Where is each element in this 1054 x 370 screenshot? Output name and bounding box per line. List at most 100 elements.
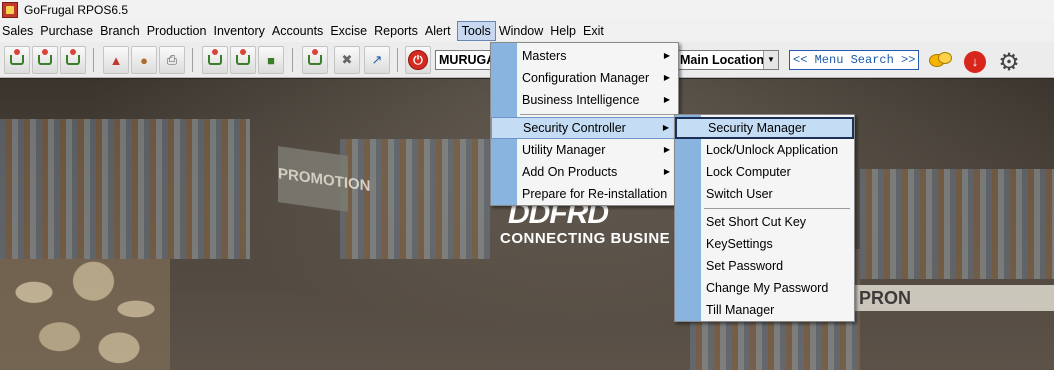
- security-menu-item-switch-user[interactable]: Switch User: [675, 183, 854, 205]
- menu-item-label: Utility Manager: [522, 143, 606, 157]
- menu-item-label: Lock Computer: [706, 165, 791, 179]
- toolbar-button-2[interactable]: [32, 46, 58, 74]
- submenu-arrow-icon: ▶: [662, 123, 669, 132]
- toolbar-button-3[interactable]: [60, 46, 86, 74]
- tools-menu-item-prepare-reinstallation[interactable]: Prepare for Re-installation: [491, 183, 678, 205]
- promotion-sign-right: PRON: [855, 285, 1054, 311]
- menu-alert[interactable]: Alert: [424, 21, 457, 41]
- security-menu-item-set-password[interactable]: Set Password: [675, 255, 854, 277]
- menu-item-label: Set Password: [706, 259, 784, 273]
- promotion-sign: PROMOTION: [278, 146, 371, 212]
- menu-sales[interactable]: Sales: [1, 21, 39, 41]
- menu-item-label: Switch User: [706, 187, 773, 201]
- toolbar-separator: [292, 48, 293, 72]
- printer-icon: ⎙: [166, 52, 178, 67]
- toolbar-button-4[interactable]: ▲: [103, 46, 129, 74]
- security-menu-item-till-manager[interactable]: Till Manager: [675, 299, 854, 321]
- menu-item-label: Prepare for Re-installation: [522, 187, 668, 201]
- security-menu-item-set-short-cut-key[interactable]: Set Short Cut Key: [675, 211, 854, 233]
- security-menu-item-security-manager[interactable]: Security Manager: [675, 117, 854, 139]
- download-icon[interactable]: ↓: [964, 51, 986, 73]
- menu-item-label: Till Manager: [706, 303, 775, 317]
- menu-item-label: Lock/Unlock Application: [706, 143, 839, 157]
- location-select[interactable]: Main Location ▼: [676, 50, 779, 70]
- background-shelf: [340, 139, 490, 259]
- cart-icon: [308, 49, 322, 65]
- background-shelf: [860, 169, 1054, 279]
- tools-menu-item-utility-manager[interactable]: Utility Manager ▶: [491, 139, 678, 161]
- security-menu-item-lock-computer[interactable]: Lock Computer: [675, 161, 854, 183]
- chevron-down-icon[interactable]: ▼: [763, 51, 778, 69]
- menu-purchase[interactable]: Purchase: [39, 21, 99, 41]
- menu-reports[interactable]: Reports: [373, 21, 424, 41]
- menu-excise[interactable]: Excise: [329, 21, 373, 41]
- app-logo-icon: [2, 2, 18, 18]
- menu-help[interactable]: Help: [549, 21, 582, 41]
- menu-accounts[interactable]: Accounts: [271, 21, 329, 41]
- brand-tagline: CONNECTING BUSINE: [500, 230, 671, 247]
- users-icon: ●: [140, 52, 148, 68]
- power-icon: ⏻: [408, 50, 428, 70]
- submenu-arrow-icon: ▶: [663, 51, 670, 60]
- document-icon: ■: [267, 52, 275, 68]
- menu-search-input[interactable]: << Menu Search >>: [789, 50, 919, 70]
- menu-exit[interactable]: Exit: [582, 21, 610, 41]
- tools-menu: Masters ▶ Configuration Manager ▶ Business…: [490, 42, 679, 206]
- delivery-icon: ▲: [109, 52, 123, 68]
- company-select-value: MURUGA: [439, 53, 495, 67]
- menu-item-label: Security Controller: [523, 121, 626, 135]
- cart-icon: [208, 49, 222, 65]
- toolbar-button-9[interactable]: ■: [258, 46, 284, 74]
- menu-item-label: Business Intelligence: [522, 93, 640, 107]
- security-menu-item-lock-unlock-application[interactable]: Lock/Unlock Application: [675, 139, 854, 161]
- menu-item-label: Add On Products: [522, 165, 618, 179]
- menu-tools[interactable]: Tools: [456, 21, 496, 41]
- chart-icon: ↗: [371, 52, 383, 67]
- security-controller-submenu: Security Manager Lock/Unlock Application…: [674, 114, 855, 322]
- menu-item-label: KeySettings: [706, 237, 773, 251]
- submenu-arrow-icon: ▶: [663, 167, 670, 176]
- toolbar-separator: [93, 48, 94, 72]
- menu-item-label: Configuration Manager: [522, 71, 650, 85]
- toolbar-separator: [192, 48, 193, 72]
- submenu-arrow-icon: ▶: [663, 145, 670, 154]
- menu-item-label: Change My Password: [706, 281, 829, 295]
- tools-menu-item-masters[interactable]: Masters ▶: [491, 45, 678, 67]
- menu-inventory[interactable]: Inventory: [212, 21, 270, 41]
- tools-menu-item-business-intelligence[interactable]: Business Intelligence ▶: [491, 89, 678, 111]
- toolbar-button-8[interactable]: [230, 46, 256, 74]
- submenu-arrow-icon: ▶: [663, 73, 670, 82]
- security-menu-item-keysettings[interactable]: KeySettings: [675, 233, 854, 255]
- toolbar-separator: [397, 48, 398, 72]
- menu-window[interactable]: Window: [498, 21, 549, 41]
- toolbar-button-12[interactable]: ↗: [364, 46, 390, 74]
- menu-item-label: Set Short Cut Key: [706, 215, 807, 229]
- chat-icon[interactable]: [929, 52, 953, 72]
- toolbar-button-6[interactable]: ⎙: [159, 46, 185, 74]
- cart-icon: [236, 49, 250, 65]
- gear-icon[interactable]: ⚙: [996, 50, 1022, 76]
- security-menu-item-change-my-password[interactable]: Change My Password: [675, 277, 854, 299]
- title-bar: GoFrugal RPOS6.5: [0, 0, 1054, 20]
- menu-production[interactable]: Production: [146, 21, 213, 41]
- background-sacks: [0, 259, 170, 370]
- toolbar-button-7[interactable]: [202, 46, 228, 74]
- menu-bar: Sales Purchase Branch Production Invento…: [0, 20, 1054, 42]
- cart-icon: [10, 49, 24, 65]
- company-select[interactable]: MURUGA: [435, 50, 495, 70]
- background-shelf: [0, 119, 250, 259]
- power-button[interactable]: ⏻: [405, 46, 431, 74]
- toolbar-button-1[interactable]: [4, 46, 30, 74]
- submenu-arrow-icon: ▶: [663, 95, 670, 104]
- tools-menu-item-security-controller[interactable]: Security Controller ▶: [491, 117, 678, 139]
- tools-menu-item-configuration-manager[interactable]: Configuration Manager ▶: [491, 67, 678, 89]
- tools-icon: ✖: [341, 52, 353, 67]
- location-select-value: Main Location: [680, 53, 765, 67]
- cart-icon: [66, 49, 80, 65]
- toolbar-button-10[interactable]: [302, 46, 328, 74]
- cart-icon: [38, 49, 52, 65]
- menu-branch[interactable]: Branch: [99, 21, 146, 41]
- toolbar-button-5[interactable]: ●: [131, 46, 157, 74]
- toolbar-button-11[interactable]: ✖: [334, 46, 360, 74]
- tools-menu-item-add-on-products[interactable]: Add On Products ▶: [491, 161, 678, 183]
